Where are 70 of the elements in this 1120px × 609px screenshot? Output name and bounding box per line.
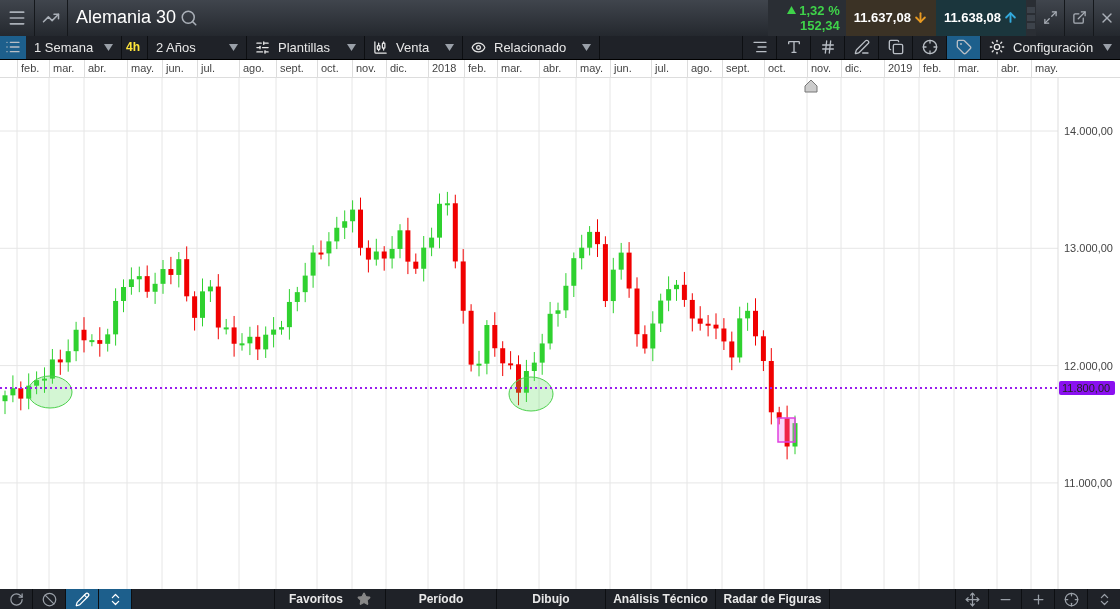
month-label: may.: [127, 60, 162, 78]
change-percent: 1,32 %: [799, 2, 840, 18]
month-label: mar.: [954, 60, 997, 78]
sell-price-button[interactable]: 11.637,08: [845, 0, 936, 36]
price-axis-label: 13.000,00: [1064, 242, 1113, 255]
month-label: 2019: [884, 60, 919, 78]
up-down-icon[interactable]: [99, 589, 132, 609]
month-label: sept.: [276, 60, 317, 78]
month-label: jul.: [651, 60, 687, 78]
change-points: 152,34: [800, 17, 840, 33]
month-label: nov.: [352, 60, 386, 78]
instrument-title: Alemania 30: [75, 7, 177, 29]
month-label: may.: [1031, 60, 1057, 78]
menu-tab[interactable]: Período: [385, 589, 496, 609]
templates-dropdown[interactable]: Plantillas: [247, 35, 365, 60]
month-label: dic.: [841, 60, 884, 78]
sliders-icon: [255, 39, 270, 55]
month-label: oct.: [317, 60, 352, 78]
list-icon[interactable]: [0, 35, 26, 60]
month-label: feb.: [919, 60, 954, 78]
caret-icon: [104, 43, 113, 51]
month-label: abr.: [84, 60, 127, 78]
caret-icon: [582, 43, 591, 51]
highlight-rectangle: [777, 417, 796, 443]
down-arrow-icon: [912, 10, 928, 26]
month-label: feb.: [464, 60, 497, 78]
month-label: jun.: [610, 60, 651, 78]
up-triangle-icon: [787, 6, 797, 15]
month-label: dic.: [386, 60, 428, 78]
month-label: jul.: [197, 60, 239, 78]
favorites-tab[interactable]: Favoritos: [274, 589, 385, 609]
interval-dropdown[interactable]: 1 Semana: [26, 35, 122, 60]
settings-icon: [989, 39, 1005, 56]
month-label: may.: [576, 60, 610, 78]
month-label: oct.: [764, 60, 807, 78]
month-label: 2018: [428, 60, 464, 78]
month-label: jun.: [162, 60, 197, 78]
range-dropdown[interactable]: 2 Años: [148, 35, 247, 60]
month-label: mar.: [49, 60, 84, 78]
interval-badge: 4h: [122, 35, 148, 60]
month-label: abr.: [539, 60, 576, 78]
month-label: mar.: [497, 60, 539, 78]
caret-icon: [1103, 43, 1112, 51]
settings-dropdown[interactable]: Configuración: [980, 35, 1120, 60]
candles-icon: [373, 39, 388, 55]
month-label: ago.: [239, 60, 276, 78]
buy-price-button[interactable]: 11.638,08: [935, 0, 1026, 36]
caret-icon: [229, 43, 238, 51]
caret-icon: [445, 43, 454, 51]
pencil-icon[interactable]: [66, 589, 99, 609]
menu-tab[interactable]: Análisis Técnico: [605, 589, 715, 609]
level-price-badge: 11.800,00: [1059, 381, 1115, 396]
month-label: nov.: [807, 60, 841, 78]
month-label: abr.: [997, 60, 1031, 78]
caret-icon: [347, 43, 356, 51]
circle-highlight: [27, 375, 73, 409]
circle-highlight: [508, 376, 554, 412]
month-label: ago.: [687, 60, 722, 78]
star-icon: [357, 592, 371, 607]
eye-icon: [471, 39, 486, 55]
price-axis-label: 12.000,00: [1064, 359, 1113, 372]
menu-tab[interactable]: Radar de Figuras: [715, 589, 829, 609]
tag-icon[interactable]: [946, 35, 980, 60]
price-axis-label: 11.000,00: [1064, 477, 1113, 490]
month-label: feb.: [17, 60, 49, 78]
price-axis-label: 14.000,00: [1064, 125, 1113, 138]
price-type-dropdown[interactable]: Venta: [365, 35, 463, 60]
menu-tab[interactable]: Dibujo: [496, 589, 605, 609]
related-dropdown[interactable]: Relacionado: [463, 35, 600, 60]
month-label: sept.: [722, 60, 764, 78]
